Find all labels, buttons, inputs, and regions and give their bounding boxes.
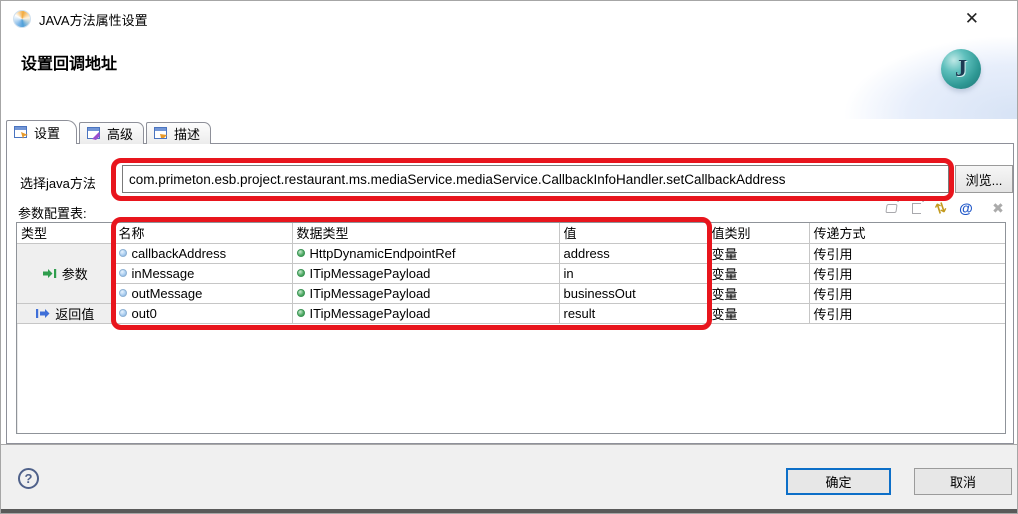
table-row[interactable]: 参数 callbackAddress HttpDynamicEndpointRe… [17, 243, 1005, 263]
advanced-tab-icon [87, 127, 102, 140]
mapping-at-icon[interactable]: @ [958, 200, 974, 216]
ok-button[interactable]: 确定 [786, 468, 891, 495]
cell-datatype[interactable]: ITipMessagePayload [292, 283, 559, 303]
page-title: 设置回调地址 [21, 50, 117, 74]
cell-pass[interactable]: 传引用 [809, 243, 1005, 263]
settings-tab-icon [14, 126, 29, 139]
tab-settings[interactable]: 设置 [6, 120, 77, 144]
button-bar: ? 确定 取消 [1, 444, 1017, 509]
col-header-category: 值类别 [707, 223, 809, 243]
description-tab-icon [154, 127, 169, 140]
titlebar: JAVA方法属性设置 ✕ [1, 1, 1017, 37]
type-group-return: 返回值 [17, 303, 114, 323]
close-icon[interactable]: ✕ [965, 9, 979, 29]
class-icon [297, 289, 305, 297]
delete-param-icon[interactable]: ✖ [983, 200, 999, 216]
param-in-icon [43, 269, 57, 278]
cell-category[interactable]: 变量 [707, 243, 809, 263]
java-method-properties-dialog: JAVA方法属性设置 ✕ 设置回调地址 J 设置 高级 [0, 0, 1018, 514]
tab-advanced[interactable]: 高级 [79, 122, 144, 144]
cell-datatype[interactable]: ITipMessagePayload [292, 303, 559, 323]
browse-button[interactable]: 浏览... [955, 165, 1013, 193]
cell-pass[interactable]: 传引用 [809, 283, 1005, 303]
window-title: JAVA方法属性设置 [39, 10, 148, 29]
col-header-datatype: 数据类型 [292, 223, 559, 243]
cell-value[interactable]: result [559, 303, 707, 323]
col-header-type: 类型 [17, 223, 114, 243]
table-row[interactable]: outMessage ITipMessagePayload businessOu… [17, 283, 1005, 303]
field-icon [119, 289, 127, 297]
field-icon [119, 249, 127, 257]
tab-settings-label: 设置 [34, 123, 60, 142]
class-icon [297, 309, 305, 317]
cell-category[interactable]: 变量 [707, 303, 809, 323]
tab-description[interactable]: 描述 [146, 122, 211, 144]
return-value-icon [36, 309, 50, 318]
java-method-input[interactable] [122, 165, 949, 193]
java-sphere-logo: J [941, 49, 981, 89]
cell-category[interactable]: 变量 [707, 263, 809, 283]
class-icon [297, 269, 305, 277]
primeton-logo-icon [13, 10, 31, 28]
table-header-row: 类型 名称 数据类型 值 值类别 传递方式 [17, 223, 1005, 243]
param-table: 类型 名称 数据类型 值 值类别 传递方式 [16, 222, 1006, 434]
tab-advanced-label: 高级 [107, 124, 133, 143]
cell-value[interactable]: address [559, 243, 707, 263]
cell-name[interactable]: outMessage [114, 283, 292, 303]
java-method-label: 选择java方法 [20, 173, 96, 192]
window-bottom-edge [1, 509, 1017, 514]
param-table-label: 参数配置表: [18, 203, 87, 222]
cell-pass[interactable]: 传引用 [809, 303, 1005, 323]
cell-pass[interactable]: 传引用 [809, 263, 1005, 283]
cell-value[interactable]: in [559, 263, 707, 283]
class-icon [297, 249, 305, 257]
cell-value[interactable]: businessOut [559, 283, 707, 303]
col-header-name: 名称 [114, 223, 292, 243]
cell-category[interactable]: 变量 [707, 283, 809, 303]
table-row[interactable]: inMessage ITipMessagePayload in 变量 传引用 [17, 263, 1005, 283]
table-row[interactable]: 返回值 out0 ITipMessagePayload result 变量 传引… [17, 303, 1005, 323]
java-logo-letter: J [955, 56, 967, 83]
cell-name[interactable]: callbackAddress [114, 243, 292, 263]
param-table-toolbar: + + ⇅ @ ✖ [883, 200, 999, 216]
header-banner: 设置回调地址 J [1, 37, 1017, 119]
cancel-button[interactable]: 取消 [914, 468, 1012, 495]
settings-panel: 选择java方法 浏览... 参数配置表: + + ⇅ @ ✖ [6, 143, 1014, 444]
col-header-pass: 传递方式 [809, 223, 1005, 243]
cell-name[interactable]: out0 [114, 303, 292, 323]
tabstrip: 设置 高级 描述 [6, 120, 213, 144]
col-header-value: 值 [559, 223, 707, 243]
cell-datatype[interactable]: HttpDynamicEndpointRef [292, 243, 559, 263]
add-output-param-icon[interactable]: + [908, 200, 924, 216]
type-group-params: 参数 [17, 243, 114, 303]
reorder-params-icon[interactable]: ⇅ [933, 200, 949, 216]
cell-name[interactable]: inMessage [114, 263, 292, 283]
tab-description-label: 描述 [174, 124, 200, 143]
cell-datatype[interactable]: ITipMessagePayload [292, 263, 559, 283]
add-input-param-icon[interactable]: + [883, 200, 899, 216]
field-icon [119, 269, 127, 277]
field-icon [119, 309, 127, 317]
help-icon[interactable]: ? [18, 468, 39, 489]
